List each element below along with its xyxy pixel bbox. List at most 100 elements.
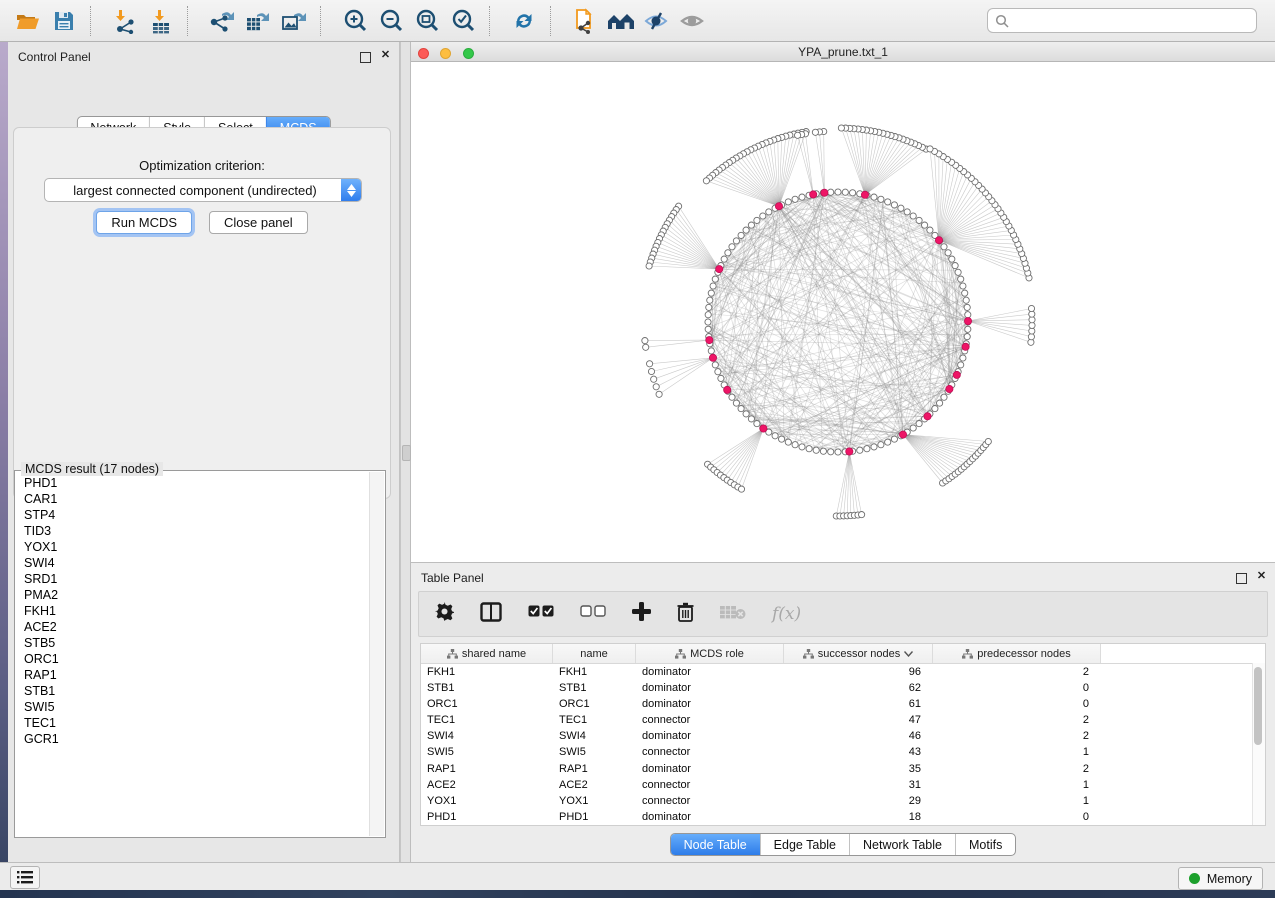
cell: connector [636, 713, 784, 729]
mcds-result-item[interactable]: FKH1 [16, 603, 370, 619]
memory-button[interactable]: Memory [1178, 867, 1263, 890]
delete-table-button[interactable] [720, 604, 746, 625]
main-toolbar [0, 0, 1275, 42]
cell: ACE2 [421, 777, 553, 793]
cell: dominator [636, 664, 784, 680]
mcds-result-item[interactable]: SWI5 [16, 699, 370, 715]
search-field[interactable] [987, 8, 1257, 33]
mcds-result-item[interactable]: STP4 [16, 507, 370, 523]
zoom-fit-button[interactable] [409, 4, 445, 38]
mcds-result-item[interactable]: TID3 [16, 523, 370, 539]
mcds-result-list[interactable]: PHD1CAR1STP4TID3YOX1SWI4SRD1PMA2FKH1ACE2… [16, 475, 370, 836]
column-header-shared-name[interactable]: shared name [421, 644, 553, 663]
table-row[interactable]: ORC1ORC1dominator610 [421, 696, 1265, 712]
column-header-MCDS-role[interactable]: MCDS role [636, 644, 784, 663]
deselect-all-button[interactable] [580, 605, 606, 623]
table-row[interactable]: FKH1FKH1dominator962 [421, 664, 1265, 680]
cell: 0 [933, 696, 1101, 712]
mcds-result-item[interactable]: STB5 [16, 635, 370, 651]
houses-icon [606, 9, 636, 33]
dropdown-value: largest connected component (undirected) [45, 183, 341, 198]
search-input[interactable] [1014, 13, 1256, 29]
optimization-criterion-dropdown[interactable]: largest connected component (undirected) [44, 178, 362, 202]
table-float-button[interactable] [1236, 571, 1247, 589]
table-row[interactable]: SWI5SWI5connector431 [421, 745, 1265, 761]
mcds-result-item[interactable]: ORC1 [16, 651, 370, 667]
mcds-result-item[interactable]: GCR1 [16, 731, 370, 747]
cell: SWI4 [421, 729, 553, 745]
mcds-result-item[interactable]: TEC1 [16, 715, 370, 731]
table-row[interactable]: PHD1PHD1dominator180 [421, 810, 1265, 826]
network-window-titlebar: YPA_prune.txt_1 [411, 42, 1275, 62]
cell: 0 [933, 810, 1101, 826]
tab-node-table[interactable]: Node Table [671, 834, 760, 855]
trash-icon [677, 602, 694, 622]
split-columns-button[interactable] [480, 602, 502, 627]
mcds-result-item[interactable]: ACE2 [16, 619, 370, 635]
table-row[interactable]: YOX1YOX1connector291 [421, 794, 1265, 810]
optimization-criterion-label: Optimization criterion: [14, 158, 390, 173]
mcds-result-legend: MCDS result (17 nodes) [21, 462, 163, 476]
table-row[interactable]: STB1STB1dominator620 [421, 680, 1265, 696]
mcds-tab-content: Optimization criterion: largest connecte… [13, 127, 391, 499]
mcds-result-item[interactable]: SRD1 [16, 571, 370, 587]
mcds-result-item[interactable]: STB1 [16, 683, 370, 699]
run-mcds-button[interactable]: Run MCDS [96, 211, 192, 234]
hide-selected-button[interactable] [639, 4, 675, 38]
zoom-out-button[interactable] [373, 4, 409, 38]
cell: ORC1 [421, 696, 553, 712]
control-panel-title: Control Panel [18, 48, 91, 66]
refresh-button[interactable] [506, 4, 542, 38]
import-table-button[interactable] [143, 4, 179, 38]
table-row[interactable]: RAP1RAP1dominator352 [421, 761, 1265, 777]
table-scrollbar[interactable] [1252, 663, 1265, 825]
cell: YOX1 [553, 794, 636, 810]
table-close-button[interactable]: ✕ [1256, 570, 1267, 581]
delete-column-button[interactable] [677, 602, 694, 627]
zoom-selected-button[interactable] [445, 4, 481, 38]
column-header-predecessor-nodes[interactable]: predecessor nodes [933, 644, 1101, 663]
function-builder-button[interactable]: f(x) [772, 604, 801, 624]
mcds-result-item[interactable]: YOX1 [16, 539, 370, 555]
table-row[interactable]: SWI4SWI4dominator462 [421, 729, 1265, 745]
gear-icon [435, 602, 454, 621]
save-session-button[interactable] [46, 4, 82, 38]
table-panel-title: Table Panel [421, 571, 484, 585]
table-row[interactable]: ACE2ACE2connector311 [421, 777, 1265, 793]
float-window-button[interactable] [360, 50, 371, 68]
open-file-button[interactable] [10, 4, 46, 38]
show-panels-button[interactable] [10, 866, 40, 889]
select-all-button[interactable] [528, 605, 554, 623]
column-header-name[interactable]: name [553, 644, 636, 663]
mcds-result-item[interactable]: PHD1 [16, 475, 370, 491]
cell: dominator [636, 810, 784, 826]
close-panel-button[interactable]: ✕ [380, 49, 391, 60]
mcds-result-item[interactable]: SWI4 [16, 555, 370, 571]
import-network-button[interactable] [107, 4, 143, 38]
clone-network-button[interactable] [567, 4, 603, 38]
export-table-button[interactable] [240, 4, 276, 38]
export-network-button[interactable] [204, 4, 240, 38]
tab-network-table[interactable]: Network Table [849, 834, 955, 855]
add-column-button[interactable] [632, 602, 651, 626]
close-panel-button-mcds[interactable]: Close panel [209, 211, 308, 234]
plus-icon [632, 602, 651, 621]
mcds-result-item[interactable]: RAP1 [16, 667, 370, 683]
mcds-result-item[interactable]: PMA2 [16, 587, 370, 603]
zoom-in-button[interactable] [337, 4, 373, 38]
mcds-list-scrollbar[interactable] [369, 472, 384, 836]
mcds-result-group: MCDS result (17 nodes) PHD1CAR1STP4TID3Y… [14, 470, 386, 838]
tab-motifs[interactable]: Motifs [955, 834, 1015, 855]
table-settings-button[interactable] [435, 602, 454, 626]
show-hidden-button[interactable] [675, 4, 711, 38]
zoom-fit-icon [414, 8, 440, 34]
export-image-button[interactable] [276, 4, 312, 38]
column-header-successor-nodes[interactable]: successor nodes [784, 644, 933, 663]
table-row[interactable]: TEC1TEC1connector472 [421, 713, 1265, 729]
network-canvas[interactable] [411, 62, 1275, 562]
show-all-nodes-button[interactable] [603, 4, 639, 38]
cell: SWI4 [553, 729, 636, 745]
split-pane-divider[interactable] [400, 42, 411, 862]
mcds-result-item[interactable]: CAR1 [16, 491, 370, 507]
tab-edge-table[interactable]: Edge Table [760, 834, 849, 855]
